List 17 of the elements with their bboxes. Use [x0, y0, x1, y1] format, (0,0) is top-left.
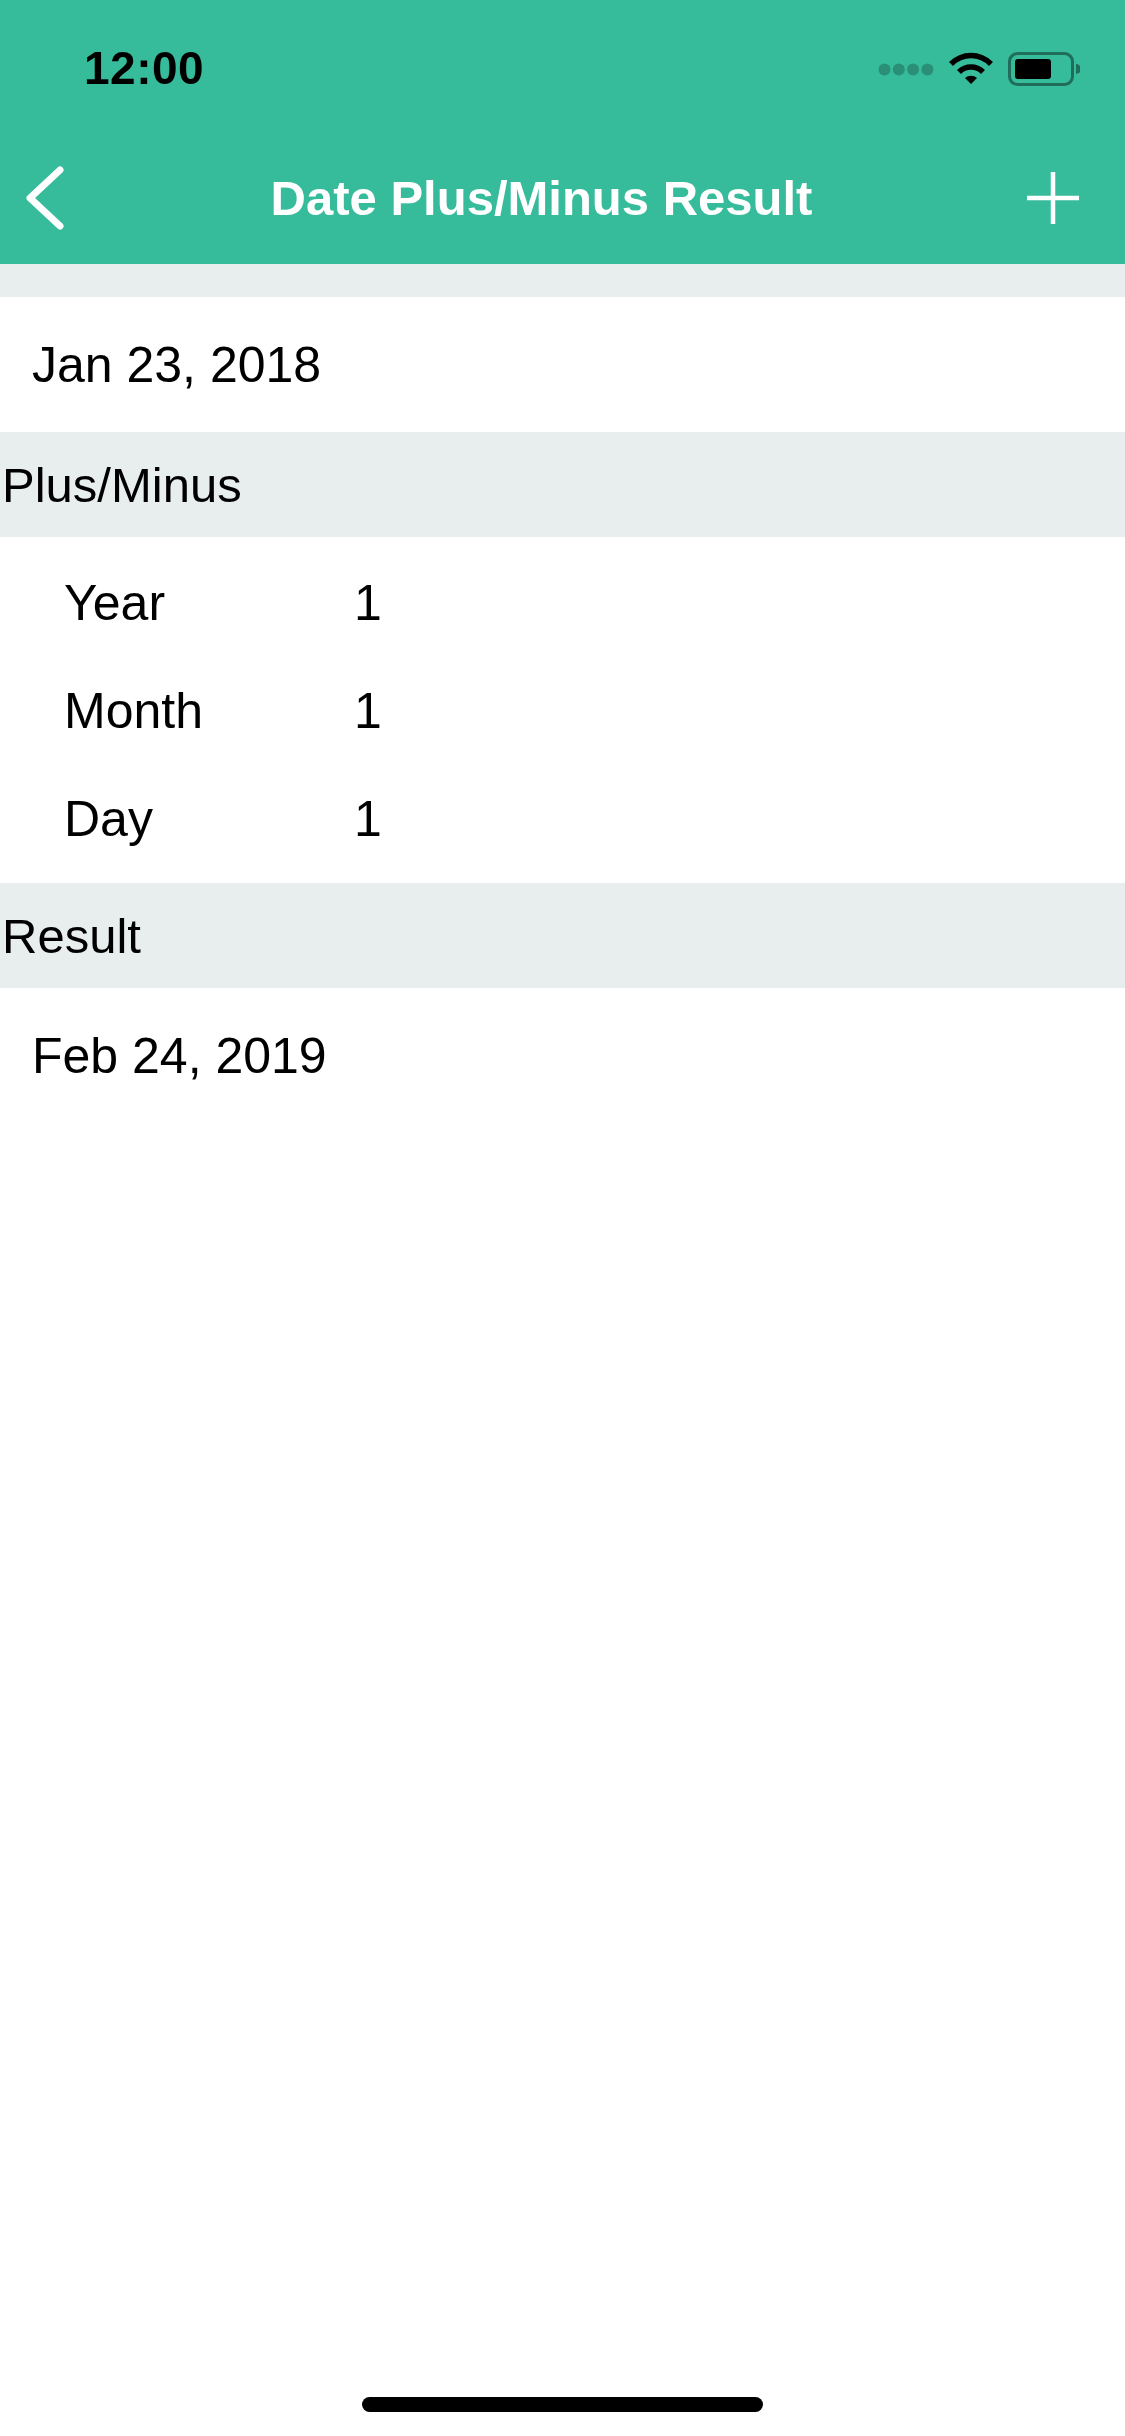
field-label: Month	[64, 682, 204, 740]
cellular-signal-icon	[878, 62, 934, 76]
section-header: Plus/Minus	[0, 432, 1125, 537]
field-label: Year	[64, 574, 167, 632]
start-date-text: Jan 23, 2018	[32, 335, 322, 394]
status-time: 12:00	[84, 40, 205, 95]
plus-icon	[1026, 171, 1080, 225]
wifi-icon	[948, 52, 994, 86]
field-value: 1	[354, 682, 382, 740]
battery-icon	[1008, 52, 1080, 86]
result-date-text: Feb 24, 2019	[32, 1027, 327, 1085]
field-value: 1	[354, 574, 382, 632]
field-label: Day	[64, 790, 154, 848]
field-value: 1	[354, 790, 382, 848]
back-chevron-icon	[24, 166, 66, 230]
screen-title: Date Plus/Minus Result	[270, 170, 813, 226]
section-header: Result	[0, 883, 1125, 988]
